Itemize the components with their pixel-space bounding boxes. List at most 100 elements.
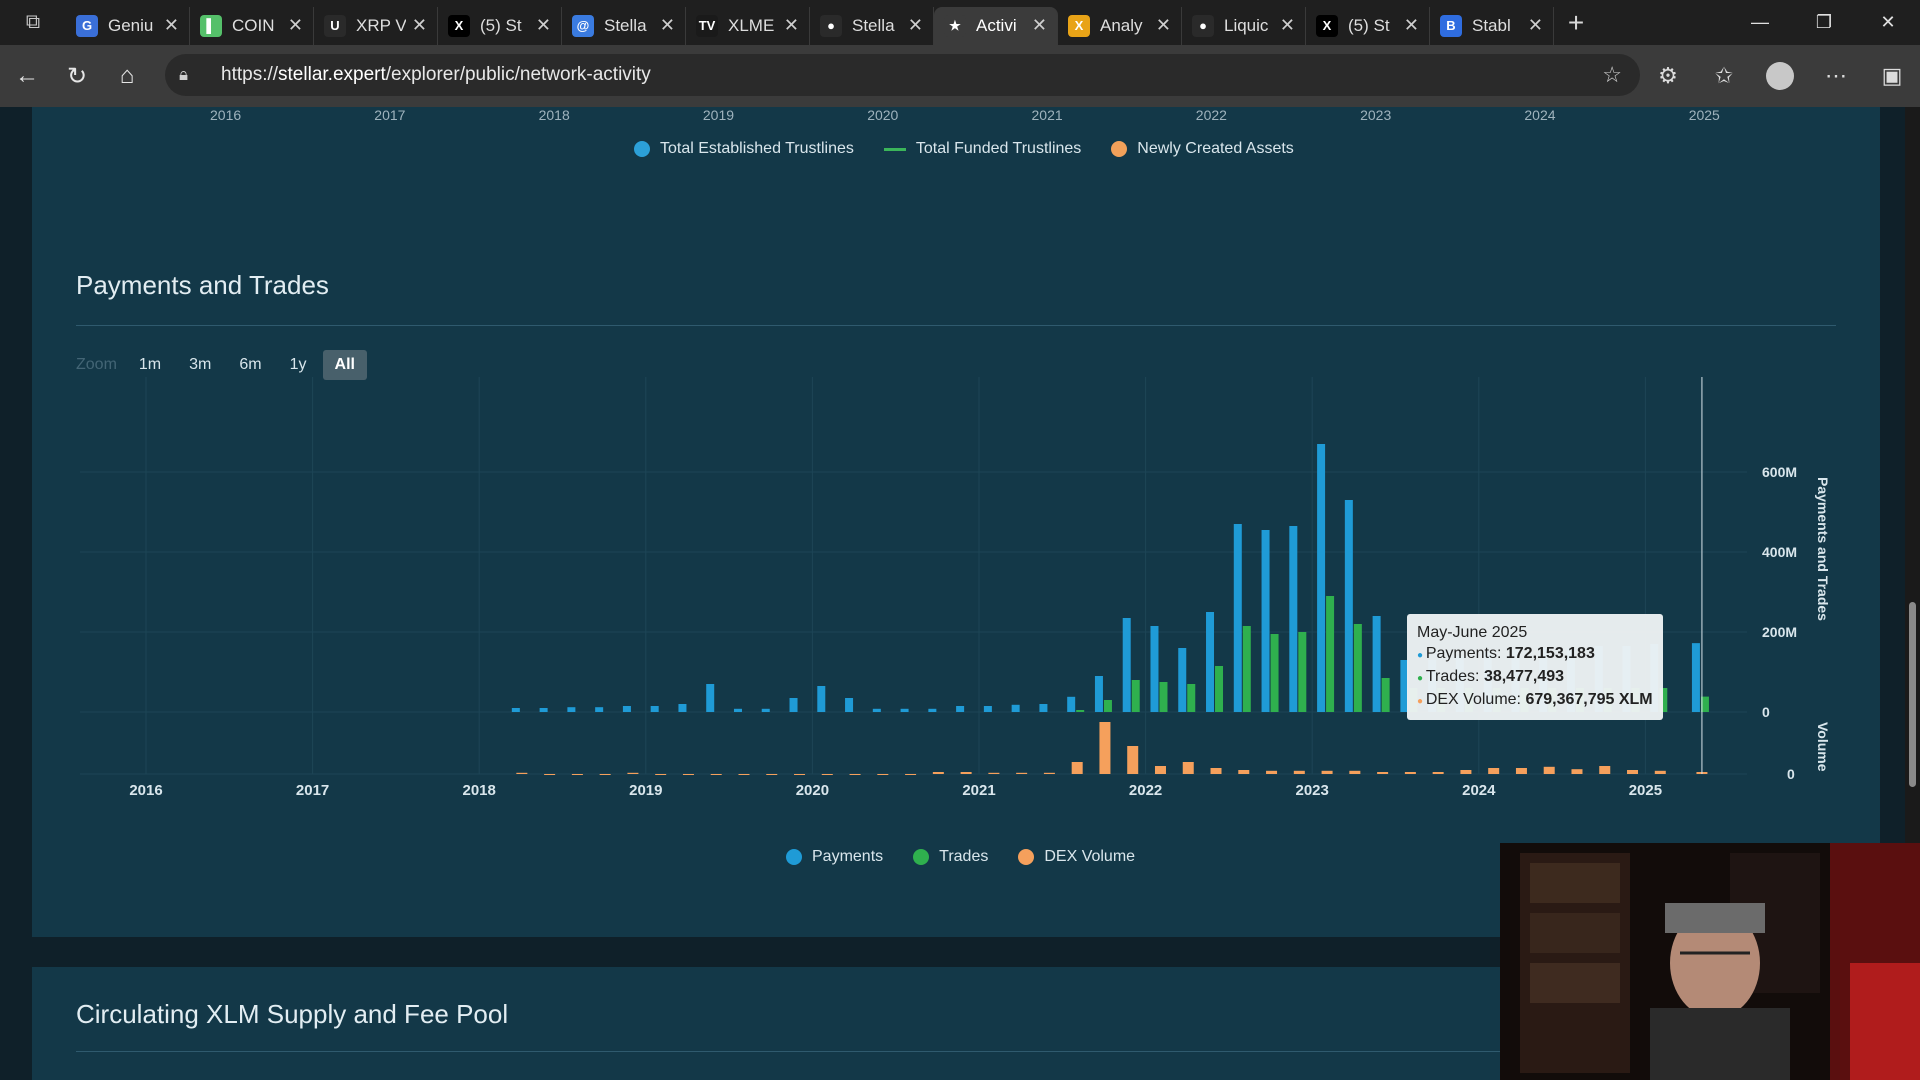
payments-bar [1289, 526, 1298, 712]
browser-tab[interactable]: ★ Activi ✕ [934, 6, 1058, 45]
dex-volume-bar [877, 774, 889, 775]
address-bar[interactable]: 🔒︎ https://stellar.expert/explorer/publi… [165, 54, 1640, 96]
tab-close-icon[interactable]: ✕ [1280, 15, 1295, 36]
x-tick-label: 2017 [296, 782, 329, 799]
dex-volume-bar [627, 772, 639, 774]
payments-bar [872, 708, 881, 712]
dex-volume-bar [1293, 770, 1305, 774]
x-tick-label: 2019 [629, 782, 662, 799]
tab-close-icon[interactable]: ✕ [1032, 15, 1047, 36]
workspaces-icon[interactable]: ⧉ [0, 0, 66, 45]
payments-bar [928, 708, 937, 712]
more-menu-icon[interactable]: ⋯ [1808, 63, 1864, 89]
dex-volume-bar [1099, 722, 1111, 774]
profile-avatar[interactable] [1766, 62, 1794, 90]
dex-volume-bar [1043, 772, 1055, 774]
tab-close-icon[interactable]: ✕ [164, 15, 179, 36]
dex-volume-bar [1432, 772, 1444, 774]
tooltip-row: ● Trades: 38,477,493 [1417, 666, 1653, 689]
url-text[interactable]: https://stellar.expert/explorer/public/n… [221, 64, 651, 86]
x-tick-label: 2024 [1462, 782, 1496, 799]
lock-icon[interactable]: 🔒︎ [179, 65, 203, 85]
section-title: Payments and Trades [76, 270, 329, 300]
x-tick-label: 2022 [1195, 107, 1227, 123]
browser-tab[interactable]: X Analy ✕ [1058, 6, 1182, 45]
trades-bar [1326, 596, 1335, 712]
tab-favicon-icon: X [1068, 14, 1090, 37]
tab-close-icon[interactable]: ✕ [1156, 15, 1171, 36]
tab-close-icon[interactable]: ✕ [412, 15, 427, 36]
x-tick-label: 2022 [1129, 782, 1162, 799]
legend-item[interactable]: Total Funded Trustlines [883, 140, 1081, 158]
dex-volume-bar [1571, 769, 1583, 774]
favorites-icon[interactable]: ✩ [1696, 63, 1752, 89]
x-tick-label: 2023 [1296, 782, 1329, 799]
tab-close-icon[interactable]: ✕ [288, 15, 303, 36]
browser-tab[interactable]: @ Stella ✕ [562, 6, 686, 45]
y-tick-label: 400M [1762, 544, 1797, 560]
legend-item[interactable]: Total Established Trustlines [634, 140, 854, 158]
dex-volume-bar [1266, 770, 1278, 774]
legend-item[interactable]: Trades [913, 848, 988, 866]
home-icon[interactable]: ⌂ [102, 51, 152, 101]
url-prefix: https:// [221, 64, 279, 85]
legend-item[interactable]: Newly Created Assets [1111, 140, 1294, 158]
browser-tab[interactable]: X (5) St ✕ [438, 6, 562, 45]
browser-tab[interactable]: ● Stella ✕ [810, 6, 934, 45]
legend-marker [883, 147, 906, 151]
tooltip-series-marker: ● [1417, 650, 1426, 661]
tab-close-icon[interactable]: ✕ [1528, 15, 1543, 36]
dex-volume-bar [1404, 772, 1416, 774]
payments-trades-card: Payments and Trades Zoom 1m 3m 6m 1y All 600… [32, 237, 1880, 937]
browser-tab[interactable]: U XRP V ✕ [314, 6, 438, 45]
trustlines-x-axis: 2016 2017 2018 2019 2020 2021 2022 2023 2024 2025 [32, 107, 1880, 127]
legend-marker [786, 849, 802, 865]
minimize-icon[interactable]: — [1728, 0, 1792, 45]
dex-volume-bar [932, 772, 944, 774]
tab-strip: G Geniu ✕ ▌ COIN ✕ U XRP V ✕ X (5) St ✕ @ Stella ✕ TV XL… [66, 1, 1554, 45]
tab-label: COIN [232, 15, 275, 35]
legend-item[interactable]: Payments [786, 848, 883, 866]
x-tick-label: 2025 [1629, 782, 1662, 799]
sidebar-icon[interactable]: ▣ [1864, 63, 1920, 89]
dex-volume-bar [738, 774, 750, 775]
legend-label: Newly Created Assets [1137, 140, 1294, 157]
tooltip-title: May-June 2025 [1417, 624, 1528, 641]
browser-tab[interactable]: ▌ COIN ✕ [190, 6, 314, 45]
back-icon[interactable]: ← [2, 51, 52, 101]
tooltip-row: ● DEX Volume: 679,367,795 XLM [1417, 689, 1653, 712]
browser-tab[interactable]: TV XLME ✕ [686, 6, 810, 45]
dex-volume-bar [1627, 770, 1639, 774]
favorite-star-icon[interactable]: ☆ [1602, 62, 1622, 88]
url-host: stellar.expert [278, 64, 386, 85]
tab-close-icon[interactable]: ✕ [908, 15, 923, 36]
browser-tab[interactable]: G Geniu ✕ [66, 6, 190, 45]
tab-close-icon[interactable]: ✕ [784, 15, 799, 36]
legend-item[interactable]: DEX Volume [1018, 848, 1135, 866]
new-tab-icon[interactable]: + [1554, 7, 1598, 39]
tooltip-series-marker: ● [1417, 696, 1426, 707]
tab-close-icon[interactable]: ✕ [1404, 15, 1419, 36]
browser-tab[interactable]: B Stabl ✕ [1430, 6, 1554, 45]
payments-bar [1206, 612, 1215, 712]
legend-label: DEX Volume [1044, 848, 1136, 865]
tab-close-icon[interactable]: ✕ [660, 15, 675, 36]
extensions-icon[interactable]: ⚙ [1640, 63, 1696, 89]
restore-icon[interactable]: ❐ [1792, 0, 1856, 45]
payments-bar [1122, 618, 1131, 712]
tab-label: XLME [728, 15, 775, 35]
tab-close-icon[interactable]: ✕ [536, 15, 551, 36]
section-title: Circulating XLM Supply and Fee Pool [76, 999, 509, 1029]
browser-tab[interactable]: X (5) St ✕ [1306, 6, 1430, 45]
refresh-icon[interactable]: ↻ [52, 51, 102, 101]
payments-bar [1317, 444, 1326, 712]
close-window-icon[interactable]: ✕ [1856, 0, 1920, 45]
browser-tab[interactable]: ● Liquic ✕ [1182, 6, 1306, 45]
divider [76, 325, 1836, 326]
payments-bar [567, 707, 576, 712]
payments-bar [650, 706, 659, 712]
tab-label: Analy [1100, 15, 1143, 35]
legend-marker [1111, 141, 1128, 157]
trades-bar [1131, 680, 1140, 712]
scrollbar-thumb[interactable] [1909, 602, 1916, 787]
